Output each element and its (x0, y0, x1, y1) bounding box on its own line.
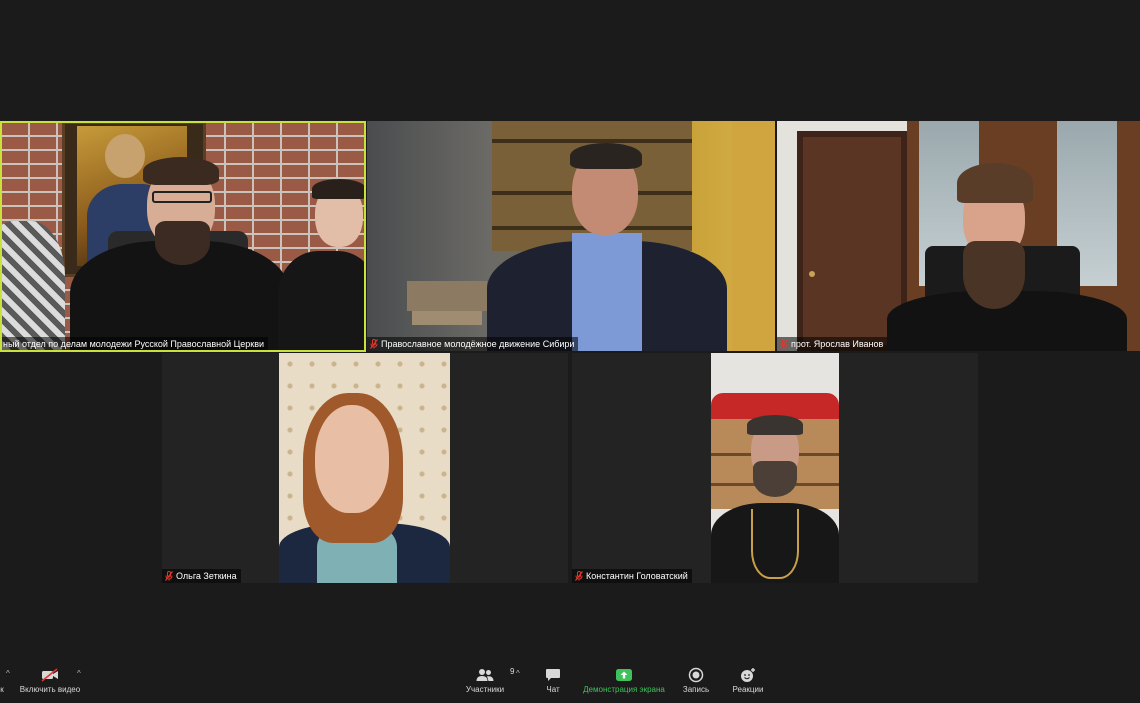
video-feed-5 (711, 353, 839, 583)
video-tile-3[interactable]: прот. Ярослав Иванов (777, 121, 1140, 351)
mic-muted-icon (165, 571, 173, 581)
participant-name-label: прот. Ярослав Иванов (777, 337, 888, 351)
video-feed-2 (367, 121, 775, 351)
video-options-chevron-icon[interactable]: ^ (77, 669, 81, 678)
participants-count: 9 (510, 667, 515, 676)
video-tile-2[interactable]: Православное молодёжное движение Сибири (367, 121, 775, 351)
video-off-icon (41, 665, 59, 685)
record-icon (688, 665, 704, 685)
video-tile-4[interactable]: Ольга Зеткина (162, 353, 568, 583)
reactions-button[interactable]: Реакции (730, 665, 766, 701)
record-button[interactable]: Запись (680, 665, 712, 701)
mic-muted-icon (780, 339, 788, 349)
start-video-button[interactable]: Включить видео (18, 665, 82, 701)
video-feed-3 (777, 121, 1140, 351)
participants-icon: 9 (476, 665, 514, 685)
chat-icon (545, 665, 561, 685)
participant-name-label: Православное молодёжное движение Сибири (367, 337, 579, 351)
mic-muted-icon (575, 571, 583, 581)
reactions-icon (739, 665, 757, 685)
audio-button[interactable]: ^ к (0, 665, 10, 701)
participant-name-label: Константин Головатский (572, 569, 692, 583)
video-feed-1 (0, 121, 365, 351)
participants-button[interactable]: 9 Участники (462, 665, 515, 701)
meeting-toolbar: ^ к Включить видео ^ 9 Участники ^ Чат Д… (0, 663, 1140, 703)
share-screen-icon (615, 665, 633, 685)
participant-name-label: Ольга Зеткина (162, 569, 241, 583)
mic-muted-icon (370, 339, 378, 349)
video-feed-4 (279, 353, 450, 583)
participant-name-label: ный отдел по делам молодежи Русской Прав… (0, 337, 269, 351)
chat-button[interactable]: Чат (538, 665, 568, 701)
share-screen-button[interactable]: Демонстрация экрана (583, 665, 665, 701)
chevron-up-icon[interactable]: ^ (6, 669, 10, 678)
video-tile-1[interactable]: ный отдел по делам молодежи Русской Прав… (0, 121, 365, 351)
video-tile-5[interactable]: Константин Головатский (572, 353, 978, 583)
participants-options-chevron-icon[interactable]: ^ (516, 669, 520, 678)
